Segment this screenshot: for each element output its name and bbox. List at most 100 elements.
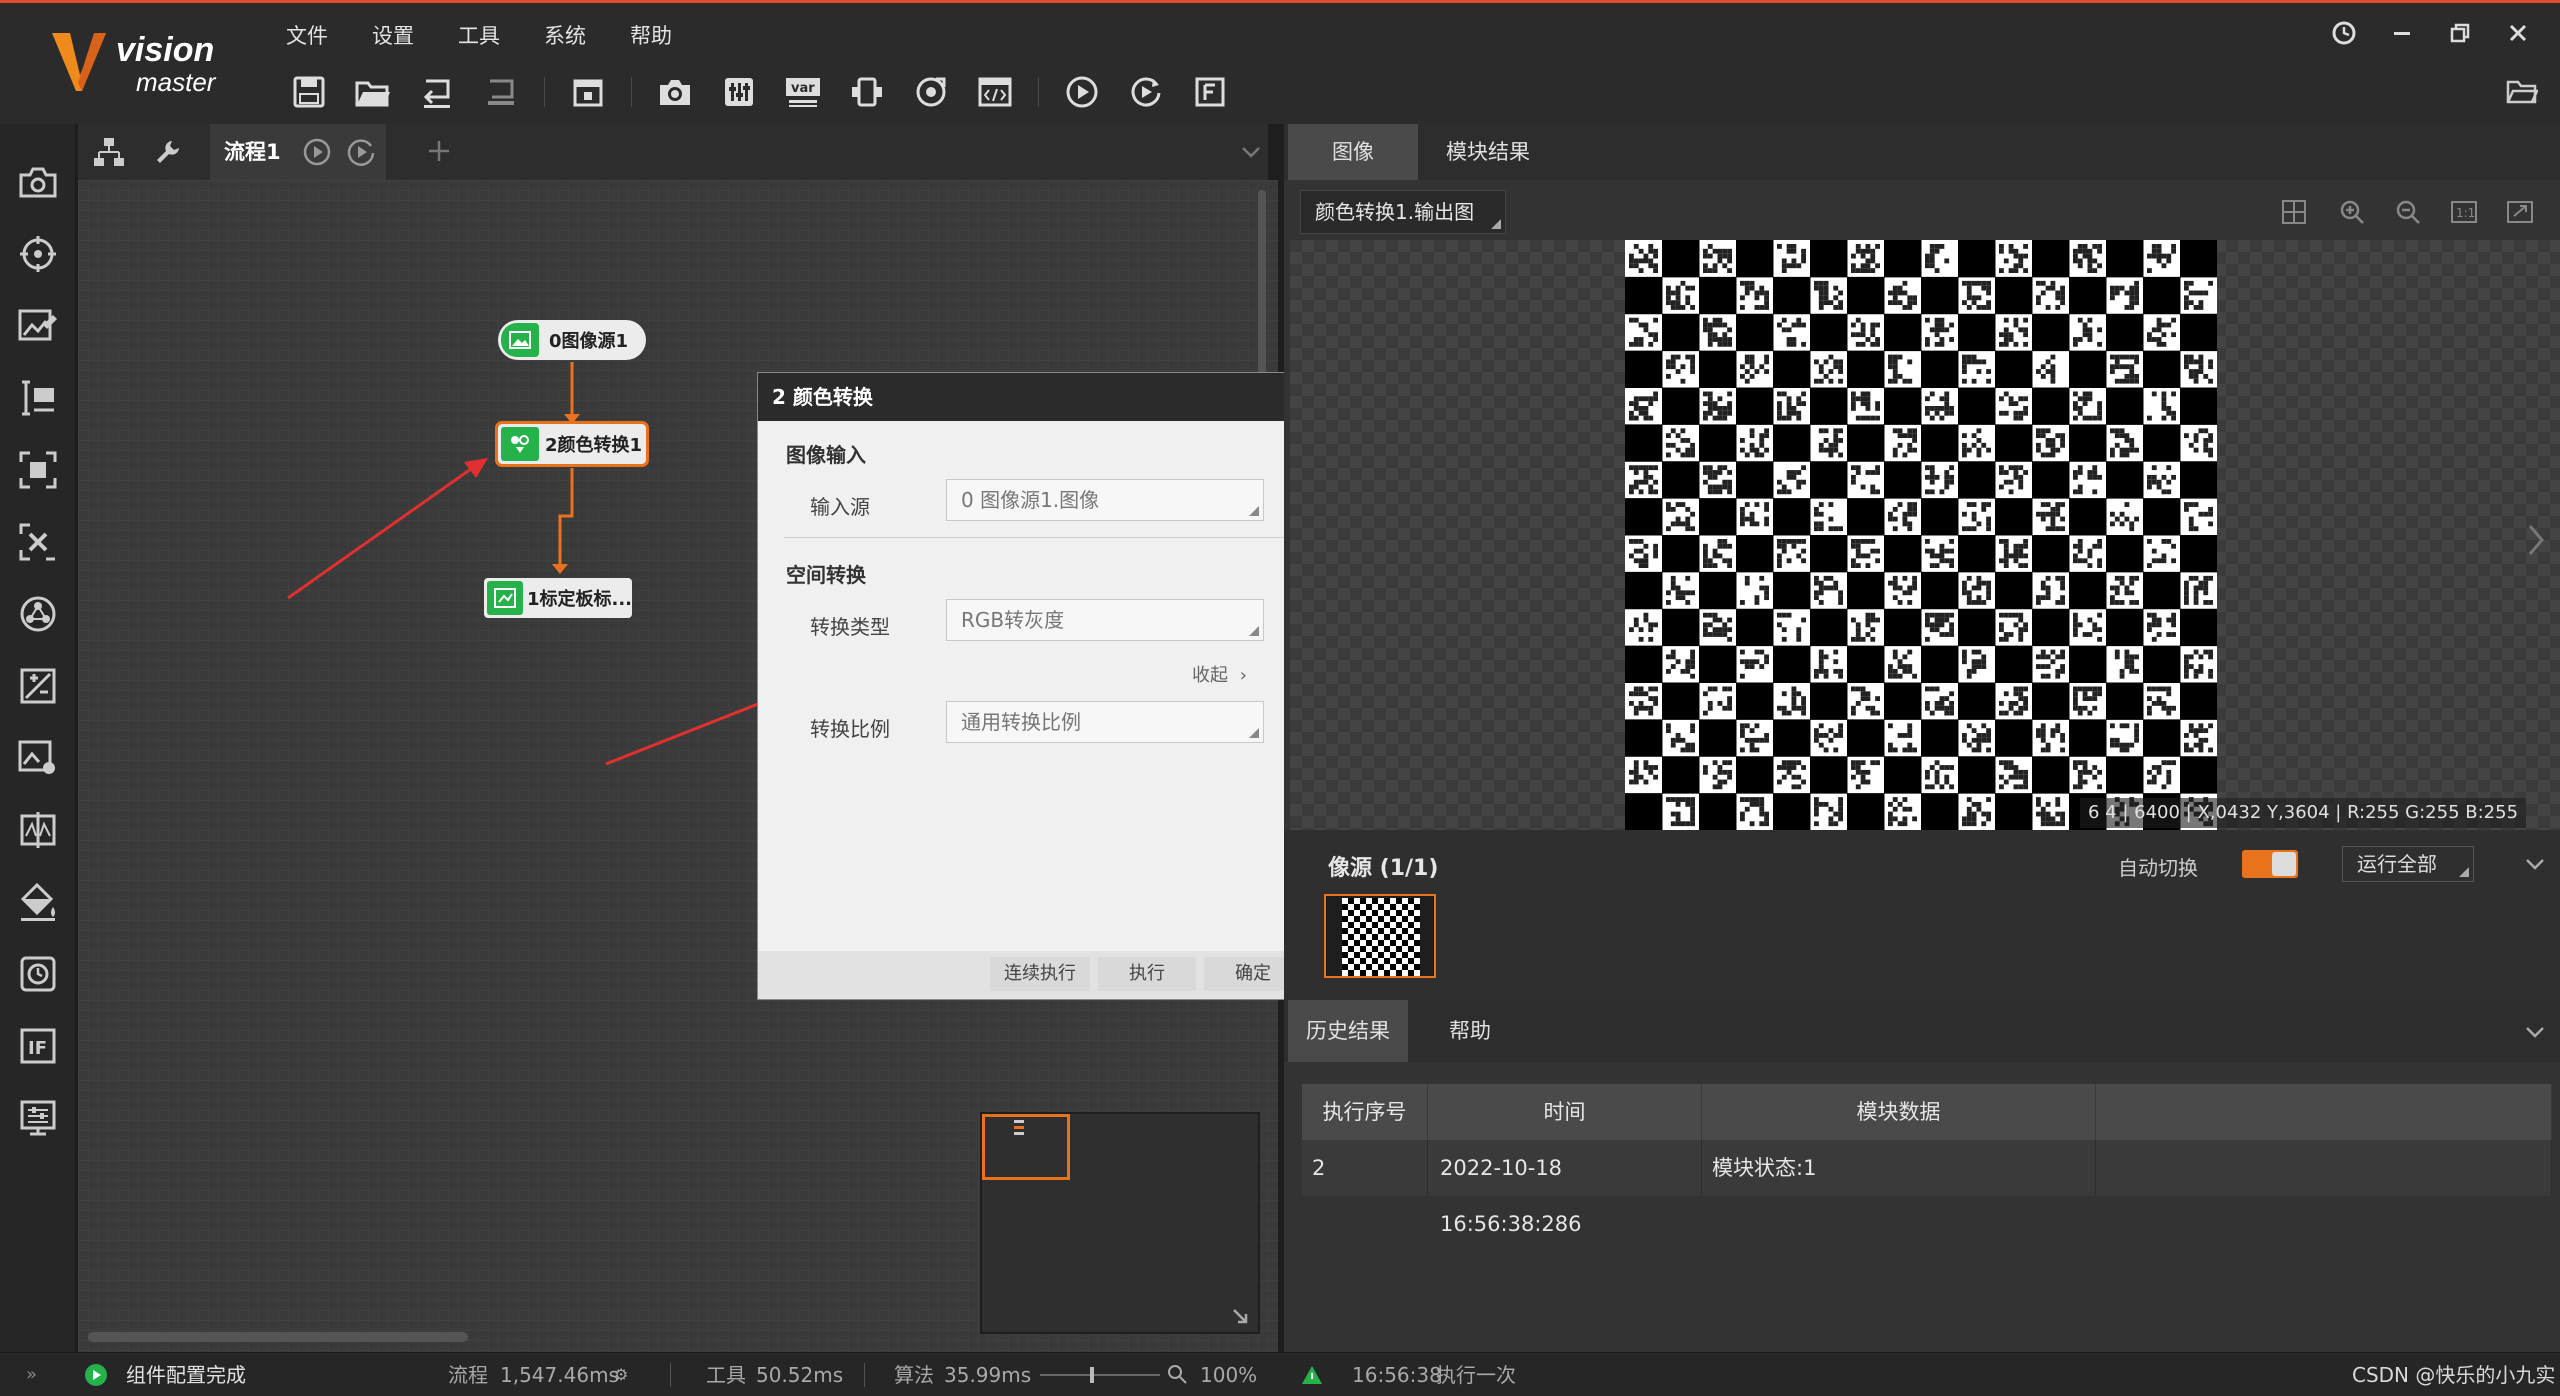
controller-icon[interactable] [718, 71, 760, 113]
minimap-viewport[interactable] [982, 1114, 1070, 1180]
tab-module-result[interactable]: 模块结果 [1420, 124, 1556, 180]
menu-help[interactable]: 帮助 [614, 17, 700, 55]
paint-icon[interactable] [14, 878, 62, 926]
table-header-data[interactable]: 模块数据 [1702, 1084, 2096, 1140]
chevron-right-icon[interactable] [2524, 520, 2548, 560]
flow-node-image-source[interactable]: 0图像源1 [498, 320, 646, 360]
menu-settings[interactable]: 设置 [356, 17, 442, 55]
execute-button[interactable]: 执行 [1098, 957, 1196, 991]
checker-square [2143, 424, 2181, 462]
camera-icon[interactable] [14, 158, 62, 206]
flow-node-calibration[interactable]: 1标定板标... [484, 578, 632, 618]
image-process-icon[interactable] [14, 590, 62, 638]
restore-icon[interactable] [2444, 17, 2476, 49]
alignment-icon[interactable] [14, 518, 62, 566]
checker-square [1884, 313, 1922, 352]
image-source-select[interactable]: 颜色转换1.输出图 [1300, 190, 1506, 234]
recognition-icon[interactable] [14, 374, 62, 422]
chevron-down-icon[interactable] [2524, 1022, 2546, 1042]
if-icon[interactable]: IF [14, 1022, 62, 1070]
table-cell-data[interactable]: 模块状态:1 [1702, 1140, 2096, 1196]
clock-icon[interactable] [2328, 17, 2360, 49]
close-icon[interactable] [2502, 17, 2534, 49]
zoom-slider[interactable] [1040, 1367, 1160, 1383]
checker-square [2180, 387, 2217, 425]
dialog-title-bar[interactable]: 2 颜色转换 [758, 373, 1324, 421]
calibration-icon[interactable] [14, 446, 62, 494]
wrench-icon[interactable] [154, 138, 182, 166]
fonts-icon[interactable] [1189, 71, 1231, 113]
checker-square [1810, 461, 1848, 499]
export-icon[interactable] [480, 71, 522, 113]
chevron-down-icon[interactable] [1240, 142, 1262, 162]
script-icon[interactable] [974, 71, 1016, 113]
actual-size-icon[interactable]: 1:1 [2450, 198, 2478, 226]
communication-icon[interactable] [14, 950, 62, 998]
continuous-execute-button[interactable]: 连续执行 [990, 957, 1090, 991]
auto-switch-label: 自动切换 [2118, 856, 2198, 880]
table-cell-time[interactable]: 2022-10-18 16:56:38:286 [1428, 1140, 1702, 1236]
tool-sidebar: IF [0, 124, 76, 1360]
run-all-select[interactable]: 运行全部 [2342, 846, 2474, 882]
flow-node-color-convert[interactable]: 2颜色转换1 [495, 421, 649, 467]
flow-minimap[interactable] [980, 1112, 1260, 1334]
save-icon[interactable] [288, 71, 330, 113]
defect-icon[interactable] [14, 734, 62, 782]
flow-header: 流程1 [78, 124, 1268, 180]
checker-square [2106, 608, 2144, 647]
checker-square [1958, 387, 1996, 425]
auto-switch-toggle[interactable] [2242, 850, 2298, 878]
resize-icon[interactable] [1230, 1306, 1250, 1326]
checker-square [1884, 608, 1922, 647]
convert-type-select[interactable]: RGB转灰度 [946, 599, 1264, 641]
checker-square [1736, 387, 1774, 425]
checker-square [2106, 535, 2144, 573]
tab-help[interactable]: 帮助 [1410, 1000, 1530, 1062]
run-loop-icon[interactable] [1125, 71, 1167, 113]
chevron-down-icon[interactable] [2524, 854, 2546, 874]
tab-image[interactable]: 图像 [1288, 124, 1418, 180]
menu-system[interactable]: 系统 [528, 17, 614, 55]
status-right-message: 执行一次 [1436, 1363, 1516, 1387]
expand-icon[interactable]: » [26, 1353, 37, 1396]
menu-file[interactable]: 文件 [270, 17, 356, 55]
zoom-in-icon[interactable] [2338, 198, 2366, 226]
measure-icon[interactable] [14, 302, 62, 350]
menu-tools[interactable]: 工具 [442, 17, 528, 55]
hierarchy-icon[interactable] [92, 136, 126, 168]
grid-icon[interactable] [2280, 198, 2308, 226]
minimize-icon[interactable] [2386, 17, 2418, 49]
system-icon[interactable] [14, 1094, 62, 1142]
table-header-index[interactable]: 执行序号 [1302, 1084, 1428, 1140]
calibration-board-icon [487, 581, 523, 615]
table-cell-index[interactable]: 2 [1302, 1140, 1428, 1196]
global-trigger-icon[interactable] [910, 71, 952, 113]
run-once-icon[interactable] [302, 137, 332, 167]
input-source-select[interactable]: 0 图像源1.图像 [946, 479, 1264, 521]
add-flow-icon[interactable] [426, 138, 452, 164]
flow-tab[interactable]: 流程1 [210, 124, 386, 180]
settings-small-icon[interactable]: ⚙ [614, 1353, 628, 1396]
thumbnail-image[interactable] [1324, 894, 1436, 978]
communication-icon[interactable] [846, 71, 888, 113]
folder-icon[interactable] [2506, 77, 2538, 109]
variable-icon[interactable]: var [782, 71, 824, 113]
fit-icon[interactable] [2506, 198, 2534, 226]
checker-square [1625, 276, 1663, 315]
open-folder-icon[interactable] [352, 71, 394, 113]
run-loop-icon[interactable] [346, 137, 376, 167]
camera-icon[interactable] [654, 71, 696, 113]
tool-time-label: 工具 [706, 1363, 746, 1387]
lock-icon[interactable] [567, 71, 609, 113]
input-source-label: 输入源 [810, 495, 870, 519]
table-header-time[interactable]: 时间 [1428, 1084, 1702, 1140]
import-icon[interactable] [416, 71, 458, 113]
run-once-icon[interactable] [1061, 71, 1103, 113]
color-process-icon[interactable] [14, 662, 62, 710]
logic-icon[interactable] [14, 806, 62, 854]
collapse-link[interactable]: 收起 › [1192, 661, 1247, 687]
convert-ratio-select[interactable]: 通用转换比例 [946, 701, 1264, 743]
tab-history[interactable]: 历史结果 [1288, 1000, 1408, 1062]
location-icon[interactable] [14, 230, 62, 278]
zoom-out-icon[interactable] [2394, 198, 2422, 226]
